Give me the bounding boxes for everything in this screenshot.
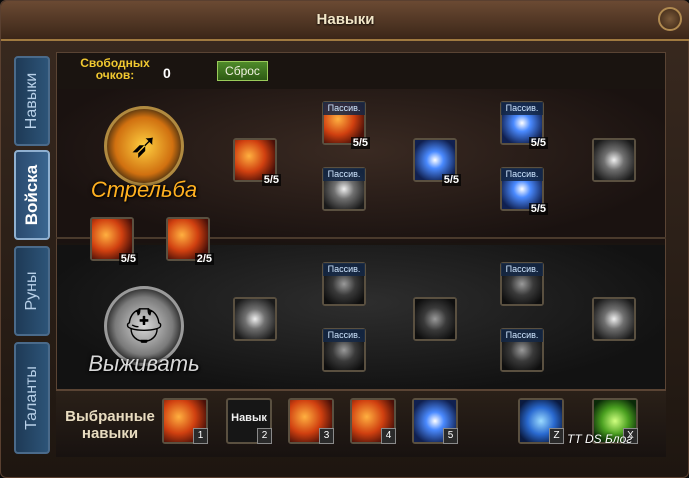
passive-tag: Пассив. [323,329,365,342]
skill-level: 2/5 [194,253,214,265]
archery-emblem[interactable]: ➶ [104,106,184,186]
skill-slot[interactable] [592,138,636,182]
passive-tag: Пассив. [501,329,543,342]
chosen-skills-label: Выбранные навыки [65,408,155,442]
grey-rain-icon [415,299,455,339]
passive-tag: Пассив. [323,263,365,276]
hotbar-slot-2[interactable]: Навык 2 [226,398,272,444]
skill-slot[interactable] [413,297,457,341]
skill-slot[interactable]: Пассив. [322,167,366,211]
skill-level: 5/5 [441,174,461,186]
hotbar-slot-Z[interactable]: Z [518,398,564,444]
empty-slot-label: Навык [231,412,267,424]
skill-level: 5/5 [350,137,370,149]
skill-slot[interactable]: 5/5 [90,217,138,265]
skill-slot[interactable]: Пассив. [322,328,366,372]
skill-slot[interactable]: 2/5 [166,217,214,265]
skill-slot[interactable] [233,297,277,341]
close-button[interactable] [658,7,682,31]
hotkey-number: 2 [257,428,272,444]
skill-slot[interactable]: Пассив. [322,262,366,306]
archery-class-name: Стрельба [90,177,198,202]
grey-comet-icon [594,299,634,339]
hotbar-slot-4[interactable]: 4 [350,398,396,444]
tab-runes[interactable]: Руны [14,246,50,336]
survival-class-name: Выживать [88,351,200,376]
hotkey-number: 1 [193,428,208,444]
skill-slot[interactable]: Пассив. 5/5 [322,101,370,149]
tree-divider [56,237,666,239]
skill-slot[interactable]: Пассив. 5/5 [500,167,548,215]
hotbar-slot-3[interactable]: 3 [288,398,334,444]
tab-talents[interactable]: Таланты [14,342,50,454]
title-bar: Навыки [1,1,689,41]
tab-skills-label: Навыки [23,72,40,130]
arrow-emblem-icon: ➶ [129,127,159,165]
hotbar-slot-1[interactable]: 1 [162,398,208,444]
hotkey-number: 4 [381,428,396,444]
window-title: Навыки [316,11,375,28]
hotkey-number: Z [549,428,564,444]
tab-talents-label: Таланты [23,366,40,430]
tab-skills[interactable]: Навыки [14,56,50,146]
passive-tag: Пассив. [501,263,543,276]
hotkey-number: 5 [443,428,458,444]
free-points-value: 0 [163,65,171,81]
reset-button[interactable]: Сброс [217,61,268,81]
grey-arrows-icon [235,299,275,339]
watermark-text: TT DS Блог [567,432,633,446]
hotkey-number: 3 [319,428,334,444]
tab-runes-label: Руны [23,271,40,311]
free-points-label: Свободных очков: [80,56,150,82]
skill-slot[interactable]: Пассив. 5/5 [500,101,548,149]
tab-troops[interactable]: Войска [14,150,50,240]
passive-tag: Пассив. [501,102,543,115]
skill-slot[interactable]: 5/5 [413,138,461,186]
skill-slot[interactable] [592,297,636,341]
skill-level: 5/5 [261,174,281,186]
hotbar-slot-5[interactable]: 5 [412,398,458,444]
passive-tag: Пассив. [501,168,543,181]
white-arrow-icon [594,140,634,180]
skill-slot[interactable]: Пассив. [500,328,544,372]
passive-tag: Пассив. [323,168,365,181]
skill-slot[interactable]: 5/5 [233,138,281,186]
skill-level: 5/5 [118,253,138,265]
skill-slot[interactable]: Пассив. [500,262,544,306]
tab-troops-label: Войска [22,164,41,226]
skill-level: 5/5 [528,203,548,215]
skill-level: 5/5 [528,137,548,149]
passive-tag: Пассив. [323,102,365,115]
